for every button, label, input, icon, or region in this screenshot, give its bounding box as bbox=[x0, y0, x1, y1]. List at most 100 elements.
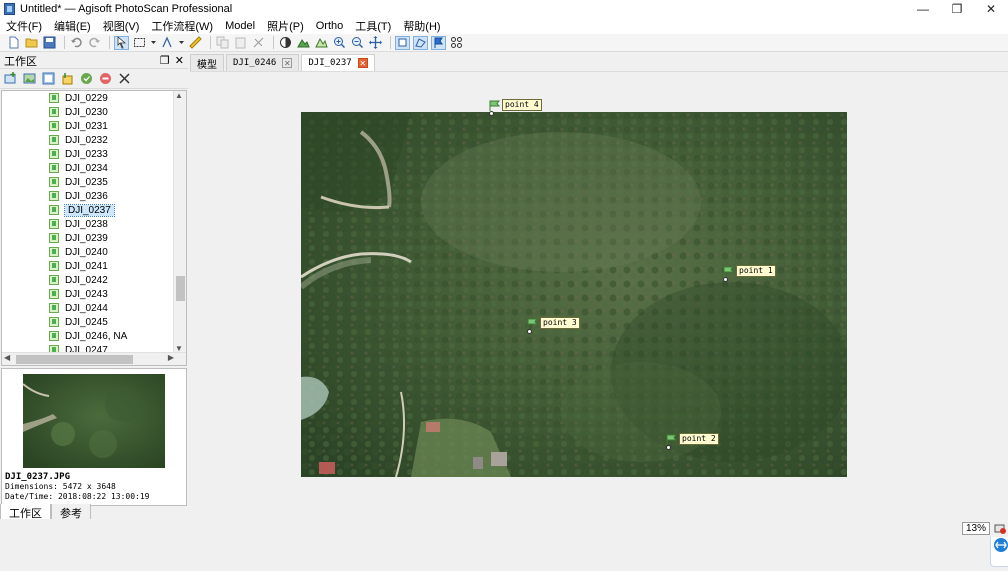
zoom-in-icon[interactable] bbox=[332, 36, 347, 50]
menu-view[interactable]: 视图(V) bbox=[103, 18, 140, 34]
enable-camera-icon[interactable] bbox=[79, 72, 94, 86]
list-item[interactable]: DJI_0246, NA bbox=[2, 329, 174, 343]
dropdown-arrow-icon[interactable] bbox=[178, 36, 185, 50]
workspace-tree[interactable]: DJI_0229 DJI_0230 DJI_0231 DJI_0232 DJI_… bbox=[1, 90, 187, 366]
list-item[interactable]: DJI_0240 bbox=[2, 245, 174, 259]
list-item[interactable]: DJI_0239 bbox=[2, 231, 174, 245]
grid-view-icon[interactable] bbox=[449, 36, 464, 50]
disable-camera-icon[interactable] bbox=[98, 72, 113, 86]
camera-icon bbox=[49, 121, 59, 131]
scroll-left-icon[interactable]: ◀ bbox=[4, 353, 10, 362]
add-photos-icon[interactable] bbox=[22, 72, 37, 86]
horizontal-scrollbar[interactable]: ◀ ▶ bbox=[2, 352, 186, 365]
tab-workspace[interactable]: 工作区 bbox=[0, 504, 51, 520]
workspace-panel: 工作区 ❐ ✕ DJI_0229 DJI_0230 DJI_0231 DJI_0… bbox=[0, 53, 188, 520]
scroll-up-icon[interactable]: ▲ bbox=[175, 91, 183, 100]
add-folder-icon[interactable] bbox=[41, 72, 56, 86]
list-item[interactable]: DJI_0230 bbox=[2, 105, 174, 119]
flag-icon bbox=[666, 434, 678, 445]
menu-ortho[interactable]: Ortho bbox=[316, 20, 344, 32]
camera-icon bbox=[49, 135, 59, 145]
marker-point-2[interactable]: point 2 bbox=[666, 433, 719, 450]
scrollbar-thumb[interactable] bbox=[176, 276, 185, 301]
zoom-out-icon[interactable] bbox=[350, 36, 365, 50]
vertical-scrollbar[interactable]: ▲ ▼ bbox=[173, 91, 186, 353]
list-item-selected[interactable]: DJI_0237 bbox=[2, 203, 174, 217]
redo-icon[interactable] bbox=[87, 36, 102, 50]
menu-edit[interactable]: 编辑(E) bbox=[54, 18, 91, 34]
camera-icon bbox=[49, 205, 59, 215]
tab-photo-dji-0237[interactable]: DJI_0237 ✕ bbox=[301, 54, 375, 71]
paste-icon[interactable] bbox=[233, 36, 248, 50]
float-panel-icon[interactable]: ❐ bbox=[160, 54, 170, 67]
menu-model[interactable]: Model bbox=[225, 20, 255, 32]
list-item[interactable]: DJI_0238 bbox=[2, 217, 174, 231]
window-title: Untitled* — Agisoft PhotoScan Profession… bbox=[20, 3, 233, 15]
list-item[interactable]: DJI_0241 bbox=[2, 259, 174, 273]
marker-point-3[interactable]: point 3 bbox=[527, 317, 580, 334]
scrollbar-thumb[interactable] bbox=[16, 355, 133, 364]
close-button[interactable]: ✕ bbox=[974, 0, 1008, 18]
menu-workflow[interactable]: 工作流程(W) bbox=[151, 18, 213, 34]
remove-item-icon[interactable] bbox=[117, 72, 132, 86]
terrain-icon[interactable] bbox=[314, 36, 329, 50]
list-item[interactable]: DJI_0233 bbox=[2, 147, 174, 161]
aerial-photo[interactable] bbox=[301, 112, 847, 477]
list-item[interactable]: DJI_0229 bbox=[2, 91, 174, 105]
list-item[interactable]: DJI_0245 bbox=[2, 315, 174, 329]
add-marker-icon[interactable] bbox=[60, 72, 75, 86]
undo-icon[interactable] bbox=[69, 36, 84, 50]
camera-icon bbox=[49, 149, 59, 159]
marker-point-1[interactable]: point 1 bbox=[723, 265, 776, 282]
save-icon[interactable] bbox=[42, 36, 57, 50]
list-item[interactable]: DJI_0234 bbox=[2, 161, 174, 175]
menu-bar: 文件(F) 编辑(E) 视图(V) 工作流程(W) Model 照片(P) Or… bbox=[0, 18, 1008, 34]
list-item[interactable]: DJI_0232 bbox=[2, 133, 174, 147]
show-markers-icon[interactable] bbox=[431, 35, 446, 50]
photo-filename: DJI_0237.JPG bbox=[5, 472, 71, 482]
new-file-icon[interactable] bbox=[6, 36, 21, 50]
scroll-right-icon[interactable]: ▶ bbox=[168, 353, 174, 362]
menu-file[interactable]: 文件(F) bbox=[6, 18, 42, 34]
menu-tools[interactable]: 工具(T) bbox=[355, 18, 391, 34]
dropdown-arrow-icon[interactable] bbox=[150, 36, 157, 50]
open-folder-icon[interactable] bbox=[24, 36, 39, 50]
maximize-button[interactable]: ❐ bbox=[940, 0, 974, 18]
marker-point-icon bbox=[666, 445, 671, 450]
tab-model[interactable]: 模型 bbox=[190, 54, 224, 71]
camera-icon bbox=[49, 303, 59, 313]
show-cameras-icon[interactable] bbox=[395, 35, 410, 50]
tab-photo-dji-0246[interactable]: DJI_0246 ✕ bbox=[226, 54, 300, 71]
tab-close-icon[interactable]: ✕ bbox=[357, 58, 368, 68]
pointer-icon[interactable] bbox=[114, 35, 129, 50]
menu-photo[interactable]: 照片(P) bbox=[267, 18, 304, 34]
photo-info: DJI_0237.JPG Dimensions: 5472 x 3648 Dat… bbox=[5, 472, 150, 502]
minimize-button[interactable]: — bbox=[906, 0, 940, 18]
list-item[interactable]: DJI_0231 bbox=[2, 119, 174, 133]
photo-viewport[interactable]: point 4 point 1 point 3 point 2 bbox=[190, 71, 1008, 567]
rect-selection-icon[interactable] bbox=[132, 36, 147, 50]
panel-tabs: 工作区 参考 bbox=[0, 504, 188, 520]
tab-reference[interactable]: 参考 bbox=[51, 504, 91, 520]
list-item[interactable]: DJI_0242 bbox=[2, 273, 174, 287]
list-item[interactable]: DJI_0235 bbox=[2, 175, 174, 189]
navigation-icon[interactable] bbox=[160, 36, 175, 50]
crop-icon[interactable] bbox=[251, 36, 266, 50]
list-item[interactable]: DJI_0243 bbox=[2, 287, 174, 301]
ruler-icon[interactable] bbox=[188, 36, 203, 50]
mask-icon[interactable] bbox=[296, 36, 311, 50]
show-shapes-icon[interactable] bbox=[413, 35, 428, 50]
move-icon[interactable] bbox=[368, 36, 383, 50]
marker-point-4[interactable]: point 4 bbox=[489, 99, 542, 116]
network-status-icon bbox=[994, 522, 1006, 534]
brightness-icon[interactable] bbox=[278, 36, 293, 50]
add-chunk-icon[interactable] bbox=[3, 72, 18, 86]
tab-close-icon[interactable]: ✕ bbox=[282, 58, 293, 68]
copy-icon[interactable] bbox=[215, 36, 230, 50]
menu-help[interactable]: 帮助(H) bbox=[403, 18, 440, 34]
camera-icon bbox=[49, 219, 59, 229]
list-item[interactable]: DJI_0244 bbox=[2, 301, 174, 315]
list-item[interactable]: DJI_0236 bbox=[2, 189, 174, 203]
workspace-title: 工作区 bbox=[4, 55, 37, 68]
close-panel-icon[interactable]: ✕ bbox=[175, 54, 184, 67]
